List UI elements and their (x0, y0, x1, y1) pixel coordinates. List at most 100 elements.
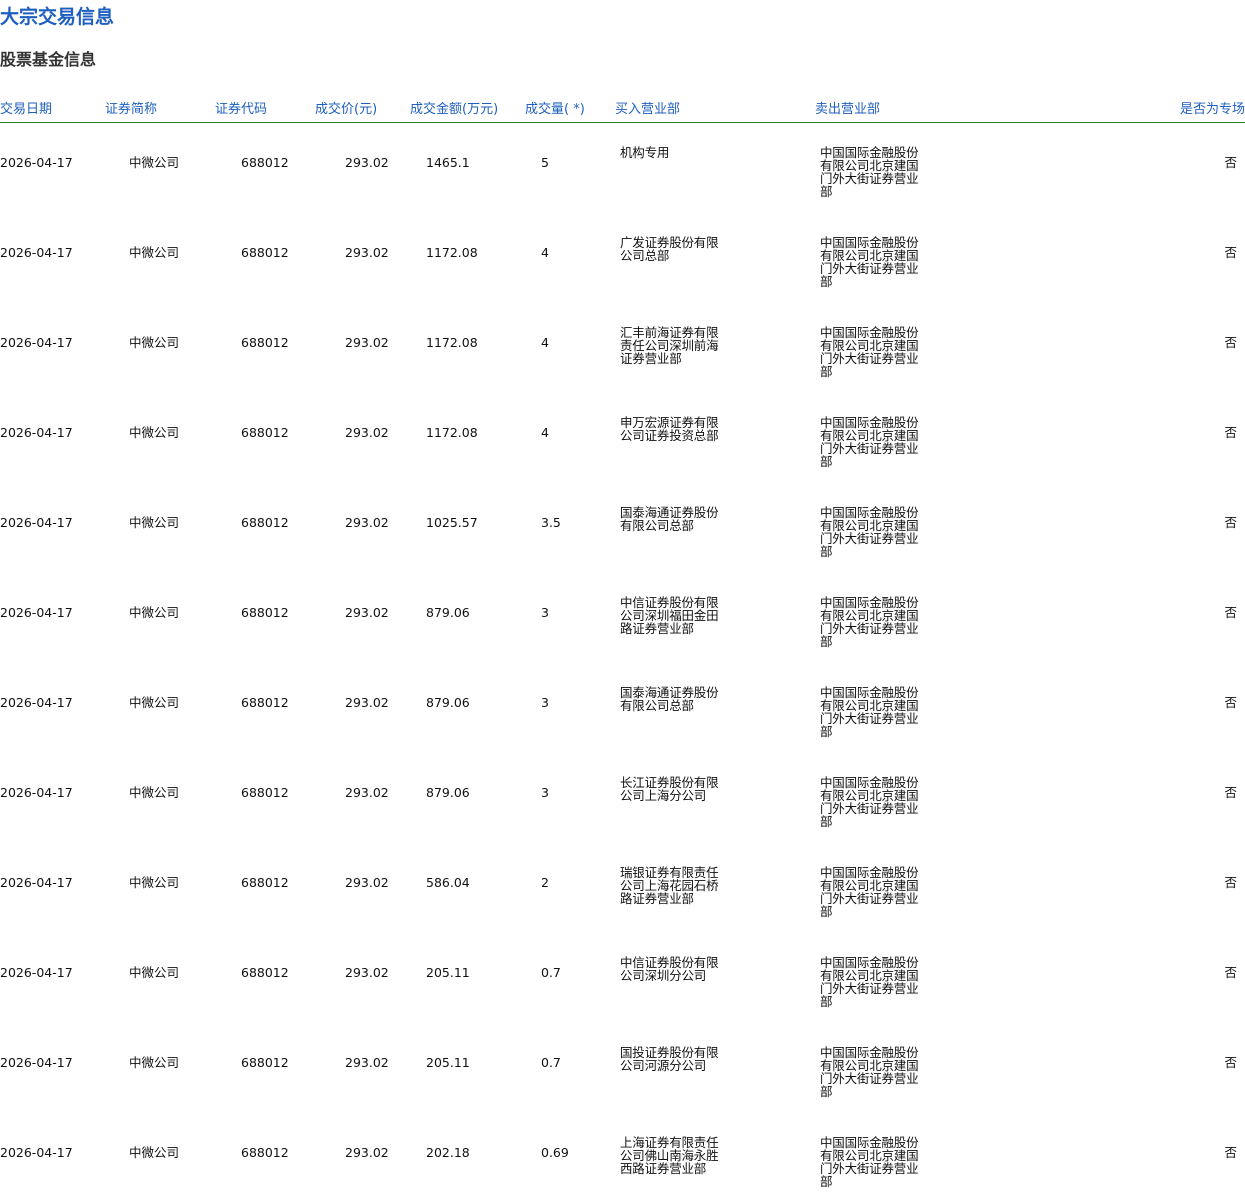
header-price[interactable]: 成交价(元) (315, 92, 410, 123)
cell-security-code: 688012 (215, 303, 315, 393)
cell-security-name: 中微公司 (105, 1023, 215, 1113)
table-row: 2026-04-17 中微公司 688012 293.02 879.06 3 长江证券股份有… (0, 753, 1245, 843)
cell-volume-text: 3 (541, 695, 549, 710)
cell-volume-text: 4 (541, 335, 549, 350)
cell-security-name: 中微公司 (105, 933, 215, 1023)
cell-volume-text: 3 (541, 785, 549, 800)
cell-security-name: 中微公司 (105, 753, 215, 843)
cell-buyer-text: 机构专用 (620, 145, 670, 160)
cell-seller: 中国国际金融股份有限公司北京建国门外大街证券营业部 (815, 933, 1115, 1023)
cell-security-code-text: 688012 (241, 695, 289, 710)
cell-amount: 879.06 (410, 663, 525, 753)
header-special-session[interactable]: 是否为专场 (1115, 92, 1245, 123)
table-body: 2026-04-17 中微公司 688012 293.02 1465.1 5 机构专用 中国国… (0, 123, 1245, 1204)
cell-buyer: 长江证券股份有限公司上海分公司 (615, 753, 815, 843)
cell-volume: 3 (525, 753, 615, 843)
cell-trade-date-text: 2026-04-17 (0, 335, 73, 350)
cell-security-code: 688012 (215, 933, 315, 1023)
cell-price: 293.02 (315, 393, 410, 483)
section-title: 股票基金信息 (0, 50, 97, 69)
cell-trade-date-text: 2026-04-17 (0, 425, 73, 440)
cell-price-text: 293.02 (345, 245, 389, 260)
cell-amount-text: 1172.08 (426, 245, 478, 260)
cell-seller: 中国国际金融股份有限公司北京建国门外大街证券营业部 (815, 393, 1115, 483)
cell-volume: 4 (525, 213, 615, 303)
page-title: 大宗交易信息 (0, 6, 115, 28)
cell-volume: 0.69 (525, 1113, 615, 1203)
cell-amount-text: 879.06 (426, 605, 470, 620)
cell-volume-text: 0.69 (541, 1145, 569, 1160)
cell-special-session-text: 否 (1224, 605, 1237, 620)
header-amount[interactable]: 成交金额(万元) (410, 92, 525, 123)
cell-price-text: 293.02 (345, 695, 389, 710)
cell-security-code-text: 688012 (241, 425, 289, 440)
cell-security-code-text: 688012 (241, 785, 289, 800)
header-row: 交易日期 证券简称 证券代码 成交价(元) 成交金额(万元) 成交量( *) 买… (0, 92, 1245, 123)
cell-price: 293.02 (315, 303, 410, 393)
header-volume[interactable]: 成交量( *) (525, 92, 615, 123)
cell-buyer-text: 瑞银证券有限责任公司上海花园石桥路证券营业部 (620, 865, 719, 906)
cell-price: 293.02 (315, 573, 410, 663)
table-row: 2026-04-17 中微公司 688012 293.02 879.06 3 中信证券股份有… (0, 573, 1245, 663)
cell-volume: 5 (525, 123, 615, 214)
cell-price-text: 293.02 (345, 155, 389, 170)
cell-special-session: 否 (1115, 303, 1245, 393)
header-trade-date[interactable]: 交易日期 (0, 92, 105, 123)
header-buyer[interactable]: 买入营业部 (615, 92, 815, 123)
cell-trade-date: 2026-04-17 (0, 393, 105, 483)
cell-security-name-text: 中微公司 (129, 155, 180, 170)
cell-security-name-text: 中微公司 (129, 785, 180, 800)
table-header: 交易日期 证券简称 证券代码 成交价(元) 成交金额(万元) 成交量( *) 买… (0, 92, 1245, 123)
cell-buyer-text: 申万宏源证券有限公司证券投资总部 (620, 415, 719, 443)
cell-buyer-text: 国泰海通证券股份有限公司总部 (620, 685, 719, 713)
cell-buyer-text: 国投证券股份有限公司河源分公司 (620, 1045, 719, 1073)
cell-trade-date-text: 2026-04-17 (0, 515, 73, 530)
header-security-code[interactable]: 证券代码 (215, 92, 315, 123)
cell-price-text: 293.02 (345, 515, 389, 530)
cell-volume: 3 (525, 663, 615, 753)
cell-special-session-text: 否 (1224, 695, 1237, 710)
cell-amount: 1172.08 (410, 393, 525, 483)
table-row: 2026-04-17 中微公司 688012 293.02 205.11 0.7 国投证券股… (0, 1023, 1245, 1113)
cell-amount: 205.11 (410, 933, 525, 1023)
header-security-name[interactable]: 证券简称 (105, 92, 215, 123)
cell-seller: 中国国际金融股份有限公司北京建国门外大街证券营业部 (815, 483, 1115, 573)
cell-security-code-text: 688012 (241, 155, 289, 170)
cell-buyer: 汇丰前海证券有限责任公司深圳前海证券营业部 (615, 303, 815, 393)
cell-seller-text: 中国国际金融股份有限公司北京建国门外大街证券营业部 (820, 685, 919, 739)
cell-price: 293.02 (315, 213, 410, 303)
cell-buyer-text: 广发证券股份有限公司总部 (620, 235, 719, 263)
cell-volume-text: 2 (541, 875, 549, 890)
cell-seller: 中国国际金融股份有限公司北京建国门外大街证券营业部 (815, 843, 1115, 933)
cell-buyer-text: 长江证券股份有限公司上海分公司 (620, 775, 719, 803)
cell-security-code: 688012 (215, 663, 315, 753)
cell-special-session: 否 (1115, 123, 1245, 214)
cell-seller-text: 中国国际金融股份有限公司北京建国门外大街证券营业部 (820, 325, 919, 379)
cell-seller: 中国国际金融股份有限公司北京建国门外大街证券营业部 (815, 303, 1115, 393)
cell-buyer-text: 中信证券股份有限公司深圳福田金田路证券营业部 (620, 595, 719, 636)
cell-trade-date-text: 2026-04-17 (0, 245, 73, 260)
cell-amount-text: 205.11 (426, 965, 470, 980)
cell-buyer-text: 汇丰前海证券有限责任公司深圳前海证券营业部 (620, 325, 719, 366)
cell-seller-text: 中国国际金融股份有限公司北京建国门外大街证券营业部 (820, 235, 919, 289)
block-trade-table: 交易日期 证券简称 证券代码 成交价(元) 成交金额(万元) 成交量( *) 买… (0, 92, 1245, 1203)
cell-amount: 586.04 (410, 843, 525, 933)
table-row: 2026-04-17 中微公司 688012 293.02 879.06 3 国泰海通证券股… (0, 663, 1245, 753)
cell-special-session-text: 否 (1224, 425, 1237, 440)
cell-security-code-text: 688012 (241, 875, 289, 890)
header-seller[interactable]: 卖出营业部 (815, 92, 1115, 123)
cell-special-session: 否 (1115, 213, 1245, 303)
cell-amount-text: 586.04 (426, 875, 470, 890)
cell-seller-text: 中国国际金融股份有限公司北京建国门外大街证券营业部 (820, 955, 919, 1009)
cell-volume-text: 3.5 (541, 515, 561, 530)
cell-amount-text: 879.06 (426, 785, 470, 800)
cell-trade-date-text: 2026-04-17 (0, 1145, 73, 1160)
cell-volume-text: 3 (541, 605, 549, 620)
cell-security-code: 688012 (215, 483, 315, 573)
cell-trade-date-text: 2026-04-17 (0, 785, 73, 800)
cell-amount-text: 1172.08 (426, 425, 478, 440)
cell-special-session-text: 否 (1224, 875, 1237, 890)
cell-trade-date: 2026-04-17 (0, 213, 105, 303)
cell-buyer-text: 上海证券有限责任公司佛山南海永胜西路证券营业部 (620, 1135, 719, 1176)
cell-special-session-text: 否 (1224, 155, 1237, 170)
